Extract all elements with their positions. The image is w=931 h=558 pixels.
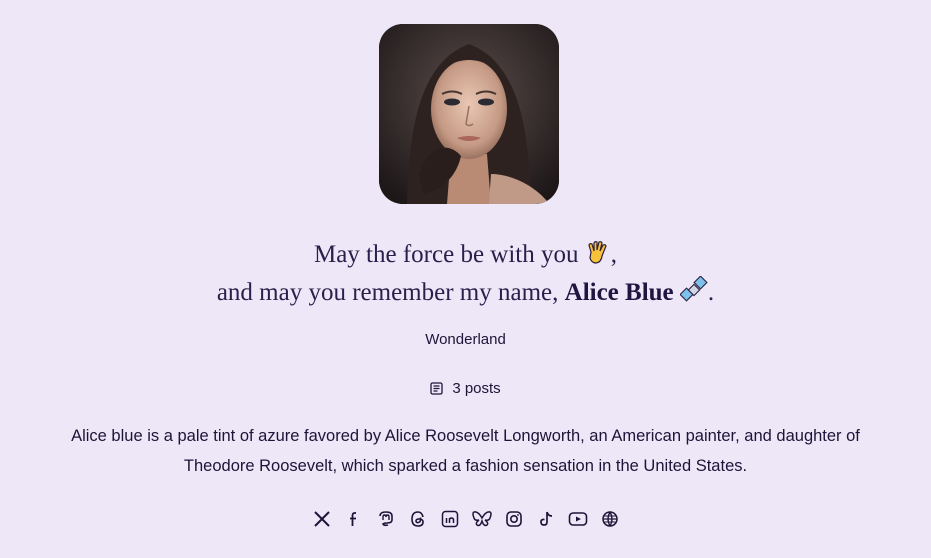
tiktok-icon[interactable] [536, 508, 556, 530]
website-icon[interactable] [600, 508, 620, 530]
posts-label: 3 posts [452, 380, 501, 397]
facebook-icon[interactable] [344, 508, 364, 530]
headline-punct-2: . [707, 279, 715, 306]
bio: Alice blue is a pale tint of azure favor… [71, 427, 860, 475]
satellite-emoji-icon [679, 275, 708, 314]
youtube-icon[interactable] [568, 508, 588, 530]
social-links [0, 508, 931, 530]
bluesky-icon[interactable] [471, 508, 492, 530]
headline-text-2: and may you remember my name, [216, 279, 559, 306]
headline-punct-1: , [610, 241, 617, 268]
profile-page: May the force be with you , and may you … [0, 0, 931, 558]
mastodon-icon[interactable] [376, 508, 396, 530]
posts-link[interactable]: 3 posts [430, 380, 501, 397]
headline-text-1: May the force be with you [313, 241, 579, 268]
vulcan-salute-emoji-icon [585, 240, 611, 276]
headline-line-1: May the force be with you , [0, 238, 931, 276]
headline: May the force be with you , and may you … [0, 238, 931, 314]
headline-line-2: and may you remember my name, Alice Blue… [0, 275, 931, 314]
avatar [379, 24, 559, 204]
linkedin-icon[interactable] [440, 508, 460, 530]
x-icon[interactable] [312, 508, 332, 530]
instagram-icon[interactable] [504, 508, 524, 530]
profile-name: Alice Blue [564, 279, 674, 306]
posts-count: 3 posts [0, 380, 931, 399]
document-icon [430, 382, 443, 395]
threads-icon[interactable] [408, 508, 428, 530]
location: Wonderland [425, 331, 506, 348]
